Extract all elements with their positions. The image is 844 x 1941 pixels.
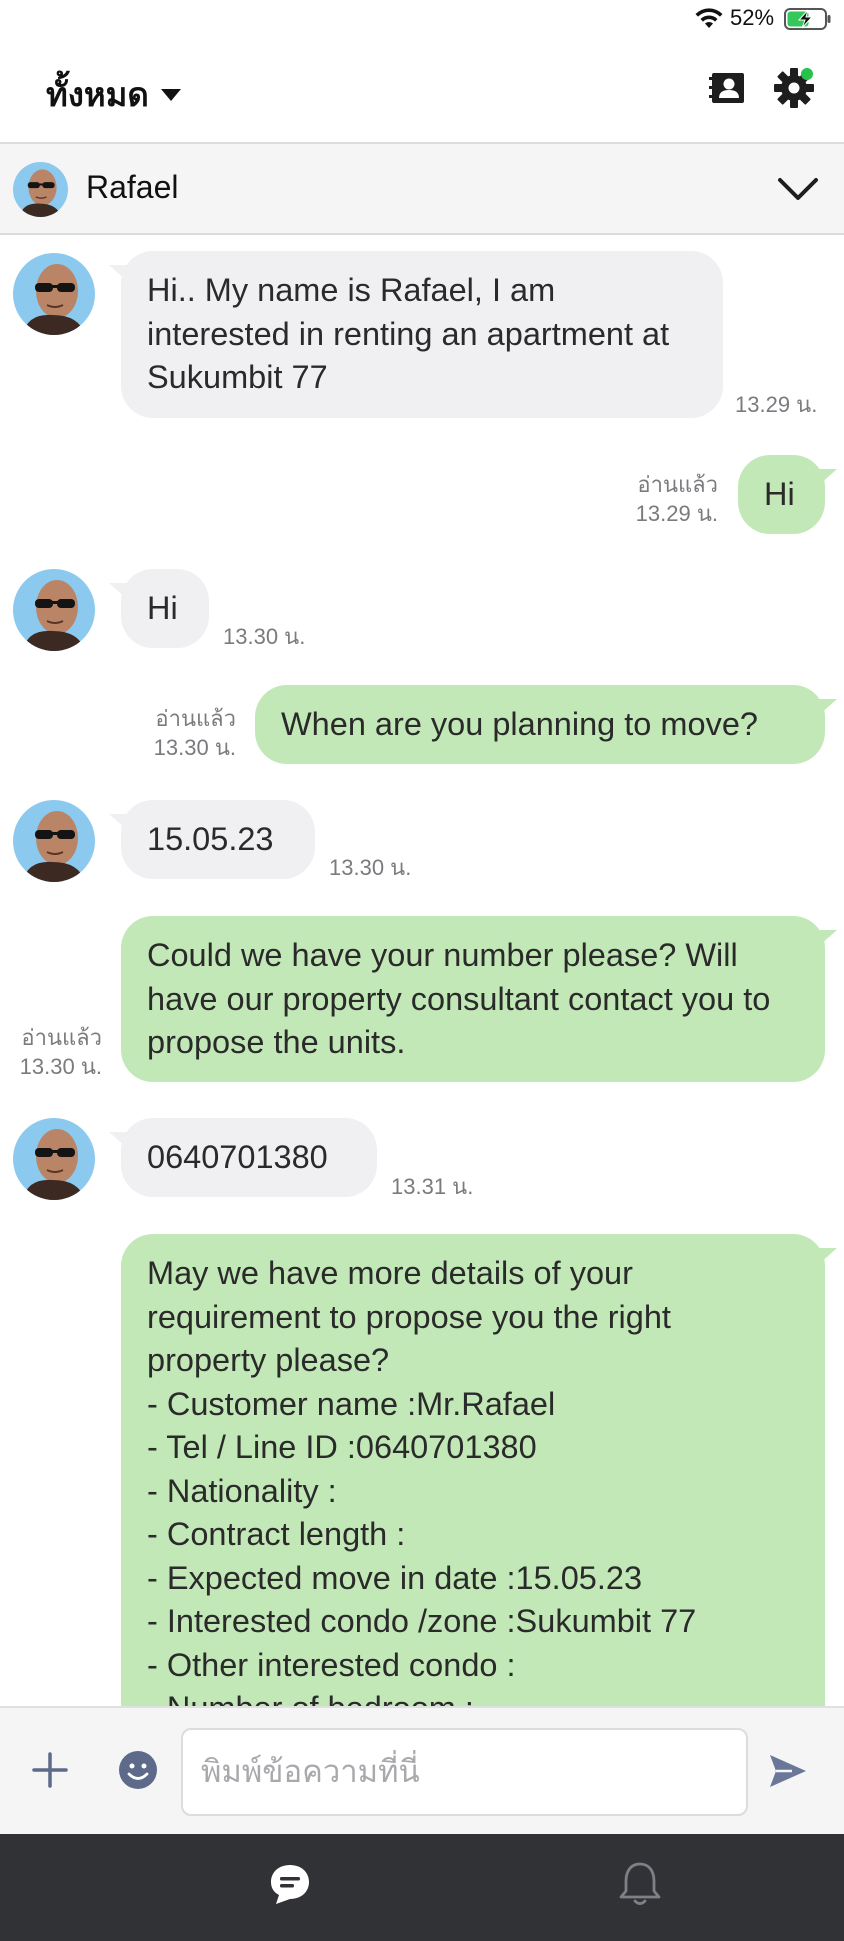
message-bubble-incoming[interactable]: Hi — [109, 569, 209, 648]
wifi-icon — [695, 8, 723, 28]
settings-notification-dot — [801, 68, 813, 80]
message-line: - Interested condo /zone :Sukumbit 77 — [147, 1603, 697, 1639]
sender-avatar[interactable] — [13, 569, 95, 651]
chat-contact-bar: Rafael — [0, 144, 844, 235]
message-text: When are you planning to move? — [281, 706, 758, 742]
read-receipt: อ่านแล้ว — [155, 706, 236, 731]
contact-name: Rafael — [86, 169, 179, 205]
contact-avatar[interactable] — [13, 162, 68, 217]
chevron-down-icon[interactable] — [775, 172, 821, 206]
message-time: 13.29 น. — [635, 501, 718, 526]
message-bubble-incoming[interactable]: 15.05.23 — [109, 800, 315, 879]
sender-avatar[interactable] — [13, 800, 95, 882]
message-time: 13.30 น. — [223, 624, 306, 649]
message-line: - Nationality : — [147, 1472, 337, 1509]
chat-filter-dropdown[interactable]: ทั้งหมด — [46, 68, 181, 121]
message-text: 15.05.23 — [147, 821, 274, 857]
app-header: ทั้งหมด — [0, 38, 844, 144]
message-input[interactable] — [181, 1728, 748, 1816]
message-meta: อ่านแล้ว 13.30 น. — [2, 1023, 102, 1081]
message-time: 13.31 น. — [391, 1174, 474, 1199]
message-line: property please? — [147, 1342, 390, 1378]
read-receipt: อ่านแล้ว — [21, 1025, 102, 1050]
message-line: - Expected move in date :15.05.23 — [147, 1559, 643, 1596]
message-text: Could we have your number please? Will h… — [147, 937, 771, 1060]
filter-label: ทั้งหมด — [46, 76, 149, 113]
message-line: - Tel / Line ID :0640701380 — [147, 1429, 537, 1465]
emoji-icon[interactable] — [118, 1750, 158, 1790]
message-composer — [0, 1706, 844, 1834]
message-text: Hi.. My name is Rafael, I am interested … — [147, 272, 670, 395]
message-text: 0640701380 — [147, 1139, 328, 1175]
message-meta: อ่านแล้ว 13.30 น. — [120, 704, 236, 762]
message-bubble-outgoing[interactable]: Hi — [738, 455, 837, 534]
message-line: - Other interested condo : — [147, 1646, 516, 1683]
message-line: - Customer name :Mr.Rafael — [147, 1385, 556, 1422]
message-line: May we have more details of your — [147, 1255, 633, 1291]
message-time: 13.30 น. — [19, 1054, 102, 1079]
message-line: requirement to propose you the right — [147, 1298, 671, 1335]
chat-icon[interactable] — [268, 1862, 312, 1906]
send-icon[interactable] — [768, 1752, 808, 1790]
message-time: 13.29 น. — [735, 392, 818, 417]
sender-avatar[interactable] — [13, 253, 95, 335]
message-time: 13.30 น. — [153, 735, 236, 760]
chat-message-list[interactable]: Hi.. My name is Rafael, I am interested … — [0, 236, 844, 1706]
message-bubble-incoming[interactable]: 0640701380 — [109, 1118, 377, 1197]
message-bubble-outgoing[interactable]: Could we have your number please? Will h… — [121, 916, 837, 1082]
sender-avatar[interactable] — [13, 1118, 95, 1200]
plus-icon[interactable] — [30, 1750, 70, 1790]
message-bubble-incoming[interactable]: Hi.. My name is Rafael, I am interested … — [109, 251, 723, 418]
message-text: Hi — [147, 590, 178, 626]
message-time: 13.30 น. — [329, 855, 412, 880]
bell-icon[interactable] — [618, 1860, 662, 1908]
message-meta: อ่านแล้ว 13.29 น. — [600, 470, 718, 528]
battery-charging-icon — [784, 8, 831, 30]
message-line: - Number of bedroom : — [147, 1687, 799, 1706]
message-line: - Contract length : — [147, 1516, 406, 1552]
read-receipt: อ่านแล้ว — [637, 472, 718, 497]
battery-percentage: 52% — [730, 5, 775, 30]
message-bubble-outgoing[interactable]: When are you planning to move? — [255, 685, 837, 764]
message-bubble-outgoing[interactable]: May we have more details of your require… — [121, 1234, 837, 1706]
message-text: Hi — [764, 476, 795, 512]
chevron-down-icon — [160, 88, 181, 101]
status-bar: 52% — [0, 0, 844, 38]
bottom-navigation — [0, 1834, 844, 1941]
contact-card-icon[interactable] — [708, 68, 748, 108]
